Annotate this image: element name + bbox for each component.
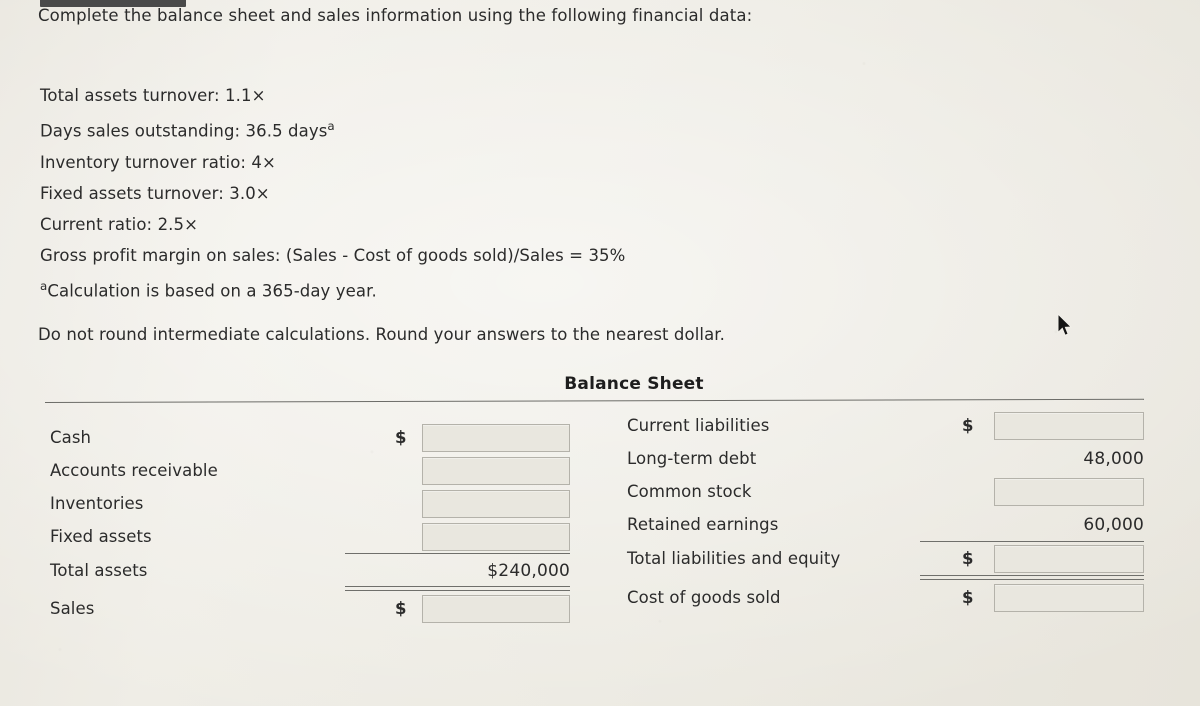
row-total-liabilities-and-equity: Total liabilities and equity $ bbox=[627, 543, 1145, 577]
value-retained-earnings: 60,000 bbox=[1083, 515, 1144, 535]
row-sales: Sales $ bbox=[50, 593, 575, 627]
balance-sheet-title: Balance Sheet bbox=[0, 374, 1200, 394]
fact-fixed-assets-turnover: Fixed assets turnover: 3.0× bbox=[40, 183, 270, 203]
row-current-liabilities: Current liabilities $ bbox=[627, 410, 1145, 444]
row-label-common-stock: Common stock bbox=[627, 482, 752, 501]
input-cash[interactable] bbox=[422, 424, 570, 452]
table-top-rule bbox=[44, 398, 1144, 403]
currency-symbol-total-liabilities-and-equity: $ bbox=[962, 549, 974, 568]
total-rule-assets bbox=[345, 586, 570, 591]
subtotal-rule-assets bbox=[345, 553, 570, 554]
row-total-assets: Total assets $240,000 bbox=[50, 555, 575, 589]
financial-data-list: Total assets turnover: 1.1× Days sales o… bbox=[40, 80, 625, 306]
row-label-inventories: Inventories bbox=[50, 494, 144, 513]
input-inventories[interactable] bbox=[422, 490, 570, 518]
row-cost-of-goods-sold: Cost of goods sold $ bbox=[627, 582, 1145, 616]
currency-symbol-cost-of-goods-sold: $ bbox=[962, 588, 974, 607]
row-label-total-assets: Total assets bbox=[50, 561, 148, 580]
input-accounts-receivable[interactable] bbox=[422, 457, 570, 485]
row-inventories: Inventories bbox=[50, 488, 575, 522]
row-label-total-liabilities-and-equity: Total liabilities and equity bbox=[627, 549, 841, 568]
footnote: aCalculation is based on a 365-day year. bbox=[40, 271, 625, 307]
input-fixed-assets[interactable] bbox=[422, 523, 570, 551]
row-label-retained-earnings: Retained earnings bbox=[627, 515, 779, 534]
input-total-liabilities-and-equity[interactable] bbox=[994, 545, 1144, 573]
input-cost-of-goods-sold[interactable] bbox=[994, 584, 1144, 612]
currency-symbol-sales: $ bbox=[395, 599, 407, 618]
fact-gross-profit-margin: Gross profit margin on sales: (Sales - C… bbox=[40, 245, 626, 265]
row-common-stock: Common stock bbox=[627, 476, 1145, 510]
footnote-marker-dso: a bbox=[327, 119, 335, 133]
row-label-cost-of-goods-sold: Cost of goods sold bbox=[627, 588, 781, 607]
row-label-sales: Sales bbox=[50, 599, 95, 618]
currency-symbol-cash: $ bbox=[395, 428, 407, 447]
subtotal-rule-liabilities-equity bbox=[920, 541, 1144, 542]
row-fixed-assets: Fixed assets bbox=[50, 521, 575, 555]
balance-sheet-title-text: Balance Sheet bbox=[564, 374, 704, 394]
value-total-assets: $240,000 bbox=[487, 561, 570, 581]
balance-sheet-table: Cash $ Accounts receivable Inventories F… bbox=[0, 398, 1200, 648]
fact-days-sales-outstanding-text: Days sales outstanding: 36.5 days bbox=[40, 121, 328, 141]
row-long-term-debt: Long-term debt 48,000 bbox=[627, 443, 1145, 477]
input-sales[interactable] bbox=[422, 595, 570, 623]
total-rule-liabilities-equity bbox=[920, 575, 1144, 580]
footnote-text: Calculation is based on a 365-day year. bbox=[47, 281, 377, 300]
row-label-current-liabilities: Current liabilities bbox=[627, 416, 770, 435]
row-label-cash: Cash bbox=[50, 428, 92, 447]
fact-days-sales-outstanding: Days sales outstanding: 36.5 daysa bbox=[40, 111, 625, 147]
input-current-liabilities[interactable] bbox=[994, 412, 1144, 440]
mouse-cursor-arrow-icon bbox=[1057, 312, 1074, 338]
value-long-term-debt: 48,000 bbox=[1083, 449, 1144, 469]
fact-inventory-turnover-ratio: Inventory turnover ratio: 4× bbox=[40, 152, 276, 172]
input-common-stock[interactable] bbox=[994, 478, 1144, 506]
rounding-instruction: Do not round intermediate calculations. … bbox=[38, 325, 725, 344]
row-cash: Cash $ bbox=[50, 422, 575, 456]
row-label-accounts-receivable: Accounts receivable bbox=[50, 461, 218, 480]
row-retained-earnings: Retained earnings 60,000 bbox=[627, 509, 1145, 543]
worksheet-content: Complete the balance sheet and sales inf… bbox=[0, 0, 1200, 706]
instruction-intro: Complete the balance sheet and sales inf… bbox=[38, 6, 753, 25]
row-label-fixed-assets: Fixed assets bbox=[50, 527, 152, 546]
row-accounts-receivable: Accounts receivable bbox=[50, 455, 575, 489]
fact-current-ratio: Current ratio: 2.5× bbox=[40, 214, 199, 234]
currency-symbol-current-liabilities: $ bbox=[962, 416, 974, 435]
fact-total-assets-turnover: Total assets turnover: 1.1× bbox=[40, 86, 266, 105]
row-label-long-term-debt: Long-term debt bbox=[627, 449, 757, 468]
